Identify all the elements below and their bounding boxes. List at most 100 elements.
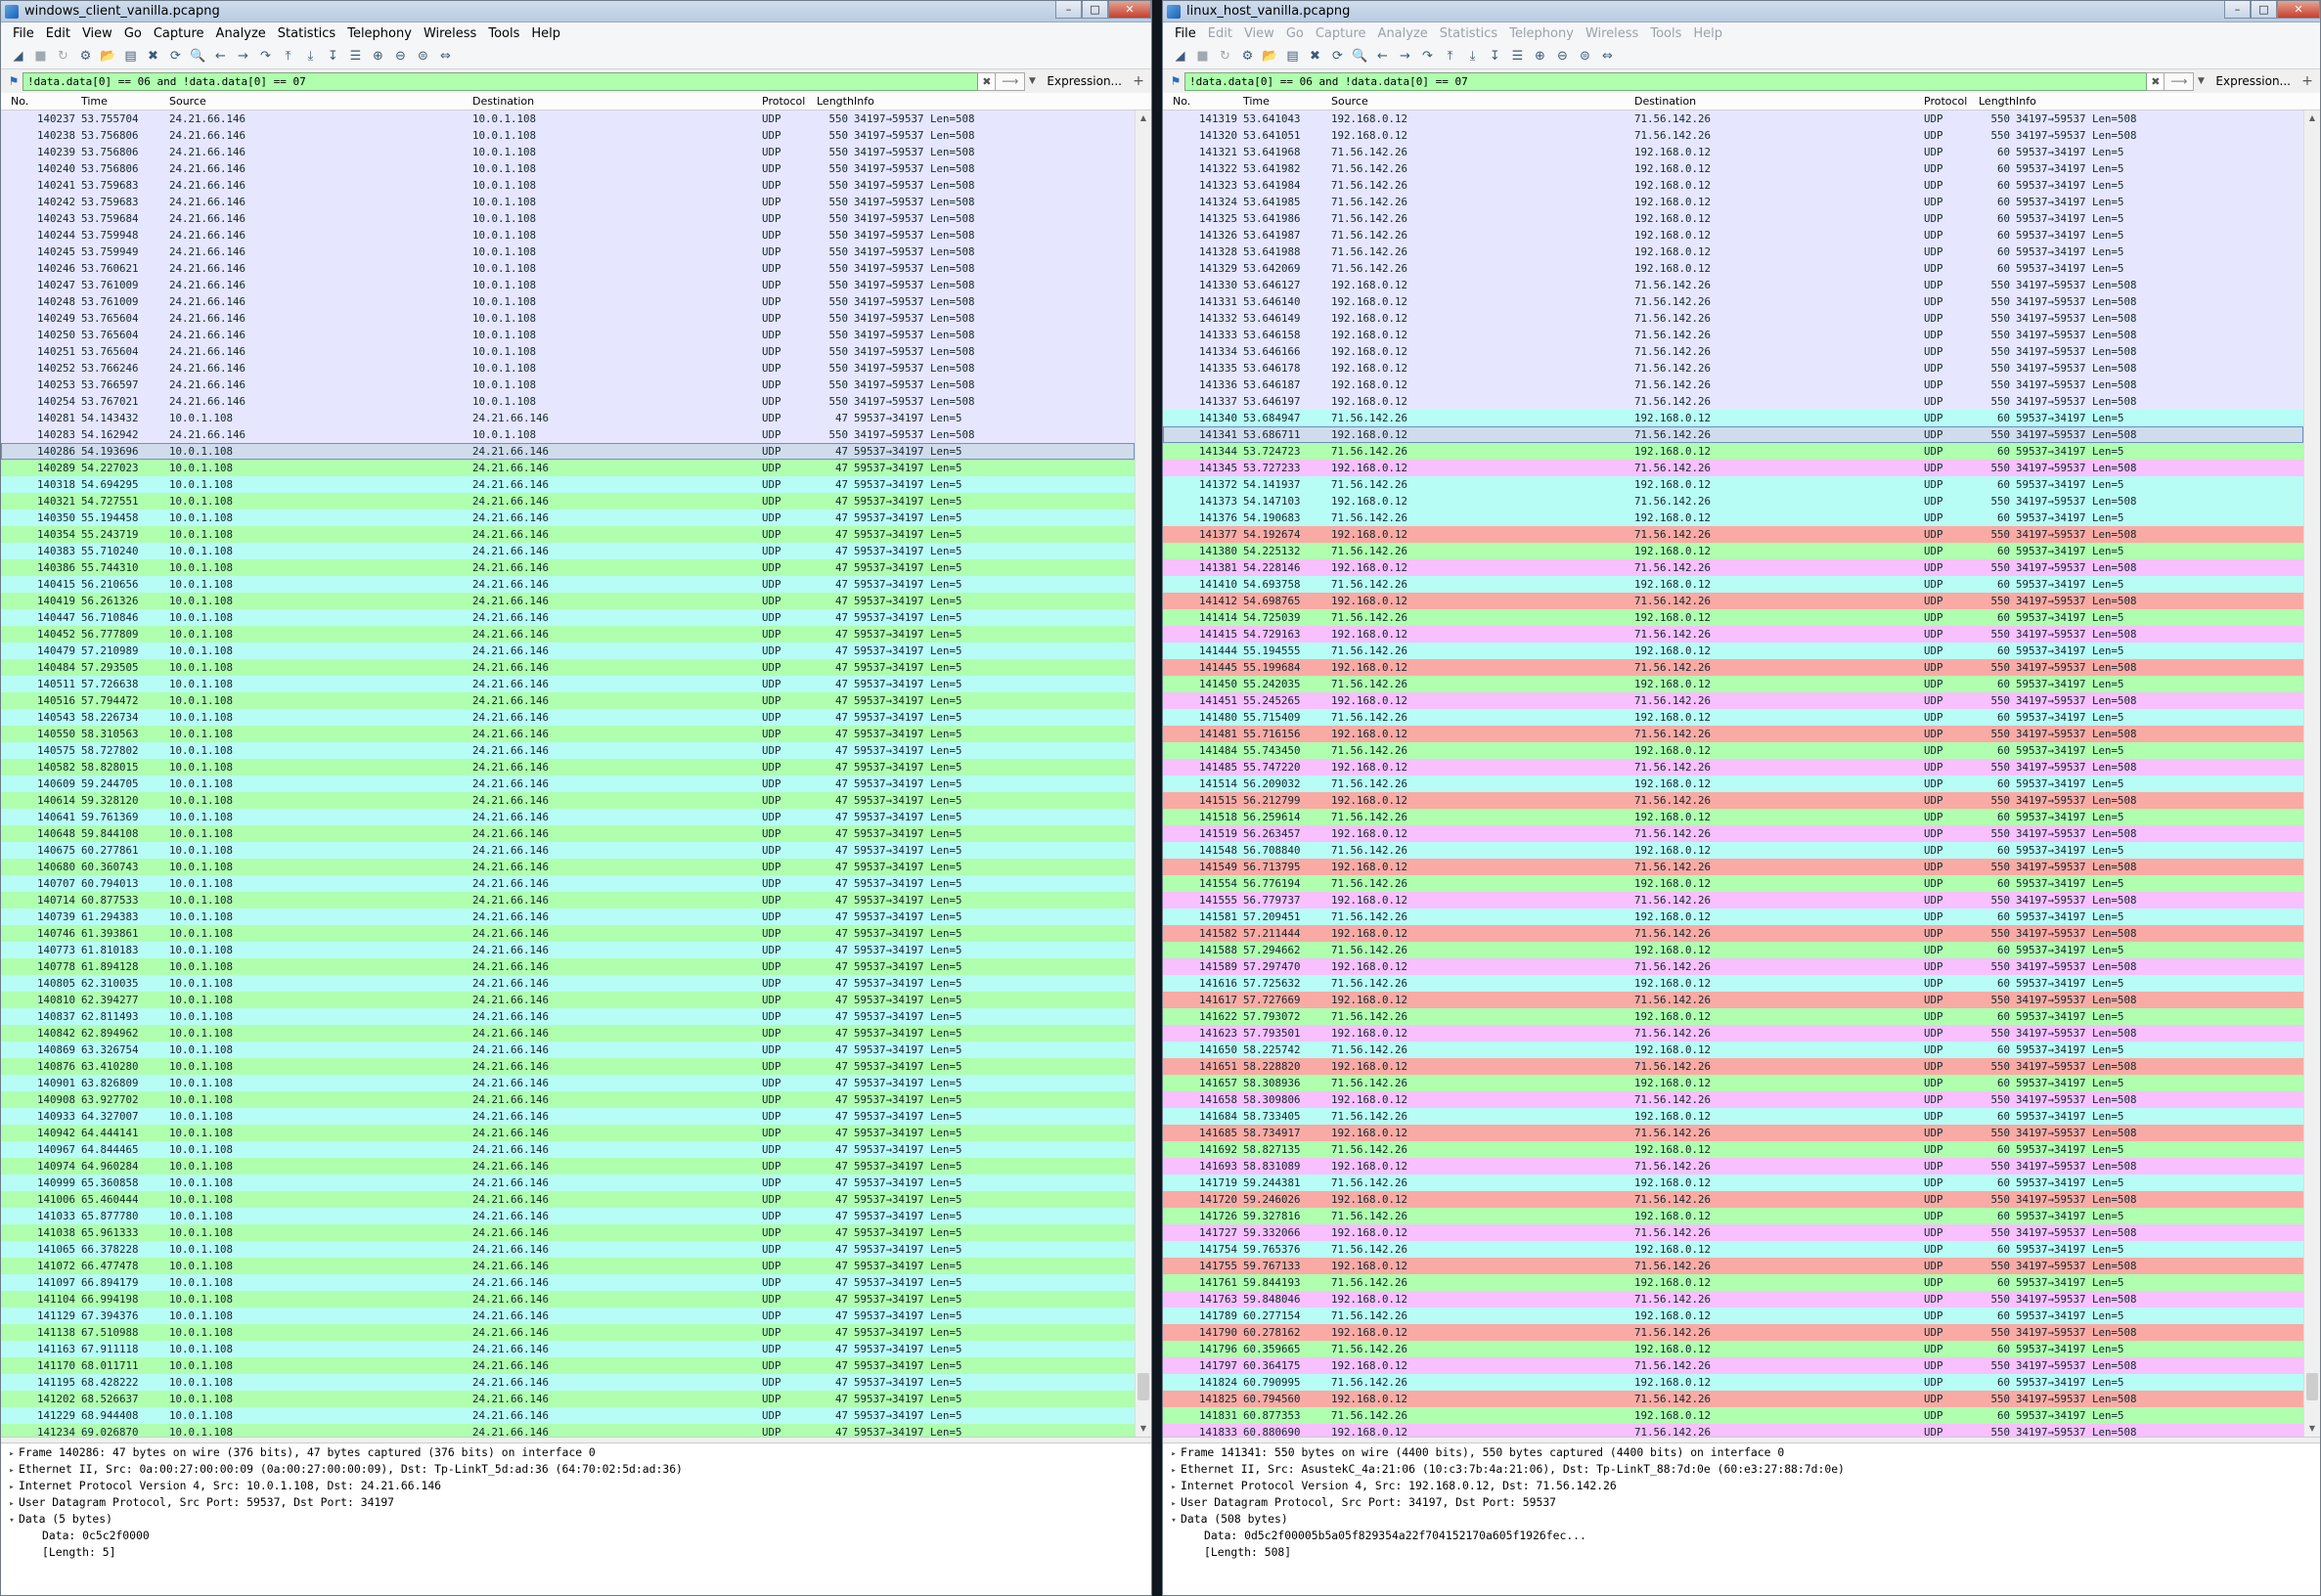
packet-row[interactable]: 141412 54.698765 192.168.0.12 71.56.142.26 U… <box>1163 593 2303 609</box>
colorize-icon[interactable]: ☰ <box>1506 47 1529 66</box>
packet-row[interactable]: 140386 55.744310 10.0.1.108 24.21.66.146 UDP… <box>1 559 1135 576</box>
reload-icon[interactable]: ⟳ <box>164 47 187 66</box>
packet-row[interactable]: 141373 54.147103 192.168.0.12 71.56.142.26 U… <box>1163 493 2303 510</box>
add-filter-button-icon[interactable]: + <box>2299 73 2316 89</box>
colorize-icon[interactable]: ☰ <box>344 47 367 66</box>
packet-row[interactable]: 141450 55.242035 71.56.142.26 192.168.0.12 U… <box>1163 676 2303 692</box>
menu-capture[interactable]: Capture <box>148 26 210 41</box>
forward-icon[interactable]: → <box>232 47 254 66</box>
zoom-in-icon[interactable]: ⊕ <box>1529 47 1551 66</box>
packet-row[interactable]: 141329 53.642069 71.56.142.26 192.168.0.12 U… <box>1163 260 2303 277</box>
packet-row[interactable]: 141555 56.779737 192.168.0.12 71.56.142.26 U… <box>1163 892 2303 909</box>
back-icon[interactable]: ← <box>1371 47 1394 66</box>
packet-row[interactable]: 141345 53.727233 192.168.0.12 71.56.142.26 U… <box>1163 460 2303 476</box>
packet-row[interactable]: 140739 61.294383 10.0.1.108 24.21.66.146 UDP… <box>1 909 1135 925</box>
packet-row[interactable]: 141138 67.510988 10.0.1.108 24.21.66.146 UDP… <box>1 1324 1135 1341</box>
shark-fin-icon[interactable]: ◢ <box>7 47 29 66</box>
detail-tree-item[interactable]: ▸ Internet Protocol Version 4, Src: 192.1… <box>1163 1478 2320 1494</box>
menu-tools[interactable]: Tools <box>482 26 525 41</box>
packet-row[interactable]: 140248 53.761009 24.21.66.146 10.0.1.108 UDP… <box>1 293 1135 310</box>
scroll-down-icon[interactable]: ▼ <box>2304 1421 2320 1437</box>
packet-row[interactable]: 141549 56.713795 192.168.0.12 71.56.142.26 U… <box>1163 859 2303 875</box>
first-icon[interactable]: ⤒ <box>277 47 299 66</box>
detail-field[interactable]: Data: 0d5c2f00005b5a05f829354a22f7041521… <box>1163 1528 2320 1544</box>
packet-row[interactable]: 141195 68.428222 10.0.1.108 24.21.66.146 UDP… <box>1 1374 1135 1391</box>
packet-row[interactable]: 141380 54.225132 71.56.142.26 192.168.0.12 U… <box>1163 543 2303 559</box>
open-icon[interactable]: 📂 <box>97 47 119 66</box>
detail-field[interactable]: Data: 0c5c2f0000 <box>1 1528 1151 1544</box>
packet-row[interactable]: 141824 60.790995 71.56.142.26 192.168.0.12 U… <box>1163 1374 2303 1391</box>
packet-row[interactable]: 141065 66.378228 10.0.1.108 24.21.66.146 UDP… <box>1 1241 1135 1258</box>
packet-row[interactable]: 141325 53.641986 71.56.142.26 192.168.0.12 U… <box>1163 210 2303 227</box>
menu-help[interactable]: Help <box>1687 26 1728 41</box>
title-bar[interactable]: windows_client_vanilla.pcapng – □ ✕ <box>1 1 1151 22</box>
menu-telephony[interactable]: Telephony <box>1503 26 1580 41</box>
packet-row[interactable]: 140942 64.444141 10.0.1.108 24.21.66.146 UDP… <box>1 1125 1135 1141</box>
packet-list[interactable]: 140237 53.755704 24.21.66.146 10.0.1.108 UDP… <box>1 111 1151 1437</box>
packet-row[interactable]: 140479 57.210989 10.0.1.108 24.21.66.146 UDP… <box>1 643 1135 659</box>
packet-row[interactable]: 141789 60.277154 71.56.142.26 192.168.0.12 U… <box>1163 1308 2303 1324</box>
column-header-time[interactable]: Time <box>1243 95 1270 108</box>
packet-row[interactable]: 140237 53.755704 24.21.66.146 10.0.1.108 UDP… <box>1 111 1135 127</box>
packet-row[interactable]: 140778 61.894128 10.0.1.108 24.21.66.146 UDP… <box>1 958 1135 975</box>
packet-row[interactable]: 141202 68.526637 10.0.1.108 24.21.66.146 UDP… <box>1 1391 1135 1407</box>
close-button[interactable]: ✕ <box>2277 1 2320 19</box>
packet-row[interactable]: 141720 59.246026 192.168.0.12 71.56.142.26 U… <box>1163 1191 2303 1208</box>
packet-row[interactable]: 140245 53.759949 24.21.66.146 10.0.1.108 UDP… <box>1 244 1135 260</box>
packet-row[interactable]: 141692 58.827135 71.56.142.26 192.168.0.12 U… <box>1163 1141 2303 1158</box>
packet-row[interactable]: 140419 56.261326 10.0.1.108 24.21.66.146 UDP… <box>1 593 1135 609</box>
menu-capture[interactable]: Capture <box>1310 26 1372 41</box>
menu-go[interactable]: Go <box>1280 26 1310 41</box>
packet-row[interactable]: 140244 53.759948 24.21.66.146 10.0.1.108 UDP… <box>1 227 1135 244</box>
packet-row[interactable]: 141376 54.190683 71.56.142.26 192.168.0.12 U… <box>1163 510 2303 526</box>
stop-icon[interactable]: ■ <box>1191 47 1214 66</box>
packet-row[interactable]: 141726 59.327816 71.56.142.26 192.168.0.12 U… <box>1163 1208 2303 1224</box>
packet-row[interactable]: 140250 53.765604 24.21.66.146 10.0.1.108 UDP… <box>1 327 1135 343</box>
packet-row[interactable]: 141825 60.794560 192.168.0.12 71.56.142.26 U… <box>1163 1391 2303 1407</box>
detail-field[interactable]: [Length: 508] <box>1163 1544 2320 1561</box>
packet-row[interactable]: 141334 53.646166 192.168.0.12 71.56.142.26 U… <box>1163 343 2303 360</box>
packet-row[interactable]: 141336 53.646187 192.168.0.12 71.56.142.26 U… <box>1163 377 2303 393</box>
packet-row[interactable]: 141038 65.961333 10.0.1.108 24.21.66.146 UDP… <box>1 1224 1135 1241</box>
packet-row[interactable]: 141328 53.641988 71.56.142.26 192.168.0.12 U… <box>1163 244 2303 260</box>
packet-row[interactable]: 141415 54.729163 192.168.0.12 71.56.142.26 U… <box>1163 626 2303 643</box>
packet-row[interactable]: 140243 53.759684 24.21.66.146 10.0.1.108 UDP… <box>1 210 1135 227</box>
apply-filter-icon[interactable]: ⟶ <box>2165 71 2195 91</box>
packet-row[interactable]: 141754 59.765376 71.56.142.26 192.168.0.12 U… <box>1163 1241 2303 1258</box>
packet-row[interactable]: 141684 58.733405 71.56.142.26 192.168.0.12 U… <box>1163 1108 2303 1125</box>
display-filter-input[interactable] <box>22 71 979 91</box>
packet-row-selected[interactable]: 140286 54.193696 10.0.1.108 24.21.66.146 UDP… <box>1 443 1135 460</box>
detail-field[interactable]: [Length: 5] <box>1 1544 1151 1561</box>
options-icon[interactable]: ⚙ <box>1236 47 1259 66</box>
packet-row[interactable]: 141381 54.228146 192.168.0.12 71.56.142.26 U… <box>1163 559 2303 576</box>
packet-row[interactable]: 141763 59.848046 192.168.0.12 71.56.142.26 U… <box>1163 1291 2303 1308</box>
packet-row[interactable]: 140746 61.393861 10.0.1.108 24.21.66.146 UDP… <box>1 925 1135 942</box>
packet-row[interactable]: 141485 55.747220 192.168.0.12 71.56.142.26 U… <box>1163 759 2303 776</box>
packet-row[interactable]: 141657 58.308936 71.56.142.26 192.168.0.12 U… <box>1163 1075 2303 1091</box>
packet-row[interactable]: 140415 56.210656 10.0.1.108 24.21.66.146 UDP… <box>1 576 1135 593</box>
menu-edit[interactable]: Edit <box>40 26 76 41</box>
packet-row[interactable]: 141727 59.332066 192.168.0.12 71.56.142.26 U… <box>1163 1224 2303 1241</box>
packet-row[interactable]: 141588 57.294662 71.56.142.26 192.168.0.12 U… <box>1163 942 2303 958</box>
apply-filter-icon[interactable]: ⟶ <box>996 71 1026 91</box>
packet-row[interactable]: 141337 53.646197 192.168.0.12 71.56.142.26 U… <box>1163 393 2303 410</box>
menu-statistics[interactable]: Statistics <box>1434 26 1503 41</box>
packet-row[interactable]: 140550 58.310563 10.0.1.108 24.21.66.146 UDP… <box>1 726 1135 742</box>
save-icon[interactable]: ▤ <box>1281 47 1304 66</box>
packet-row[interactable]: 140354 55.243719 10.0.1.108 24.21.66.146 UDP… <box>1 526 1135 543</box>
close-file-icon[interactable]: ✖ <box>142 47 164 66</box>
packet-row[interactable]: 140249 53.765604 24.21.66.146 10.0.1.108 UDP… <box>1 310 1135 327</box>
packet-row[interactable]: 141444 55.194555 71.56.142.26 192.168.0.12 U… <box>1163 643 2303 659</box>
packet-row[interactable]: 141685 58.734917 192.168.0.12 71.56.142.26 U… <box>1163 1125 2303 1141</box>
packet-row[interactable]: 141658 58.309806 192.168.0.12 71.56.142.26 U… <box>1163 1091 2303 1108</box>
find-icon[interactable]: 🔍 <box>187 47 209 66</box>
packet-row[interactable]: 141344 53.724723 71.56.142.26 192.168.0.12 U… <box>1163 443 2303 460</box>
packet-row[interactable]: 141170 68.011711 10.0.1.108 24.21.66.146 UDP… <box>1 1357 1135 1374</box>
packet-row[interactable]: 141755 59.767133 192.168.0.12 71.56.142.26 U… <box>1163 1258 2303 1274</box>
packet-row[interactable]: 140383 55.710240 10.0.1.108 24.21.66.146 UDP… <box>1 543 1135 559</box>
menu-analyze[interactable]: Analyze <box>1372 26 1434 41</box>
packet-row[interactable]: 141072 66.477478 10.0.1.108 24.21.66.146 UDP… <box>1 1258 1135 1274</box>
packet-row[interactable]: 141372 54.141937 71.56.142.26 192.168.0.12 U… <box>1163 476 2303 493</box>
packet-row[interactable]: 141514 56.209032 71.56.142.26 192.168.0.12 U… <box>1163 776 2303 792</box>
packet-row[interactable]: 140447 56.710846 10.0.1.108 24.21.66.146 UDP… <box>1 609 1135 626</box>
